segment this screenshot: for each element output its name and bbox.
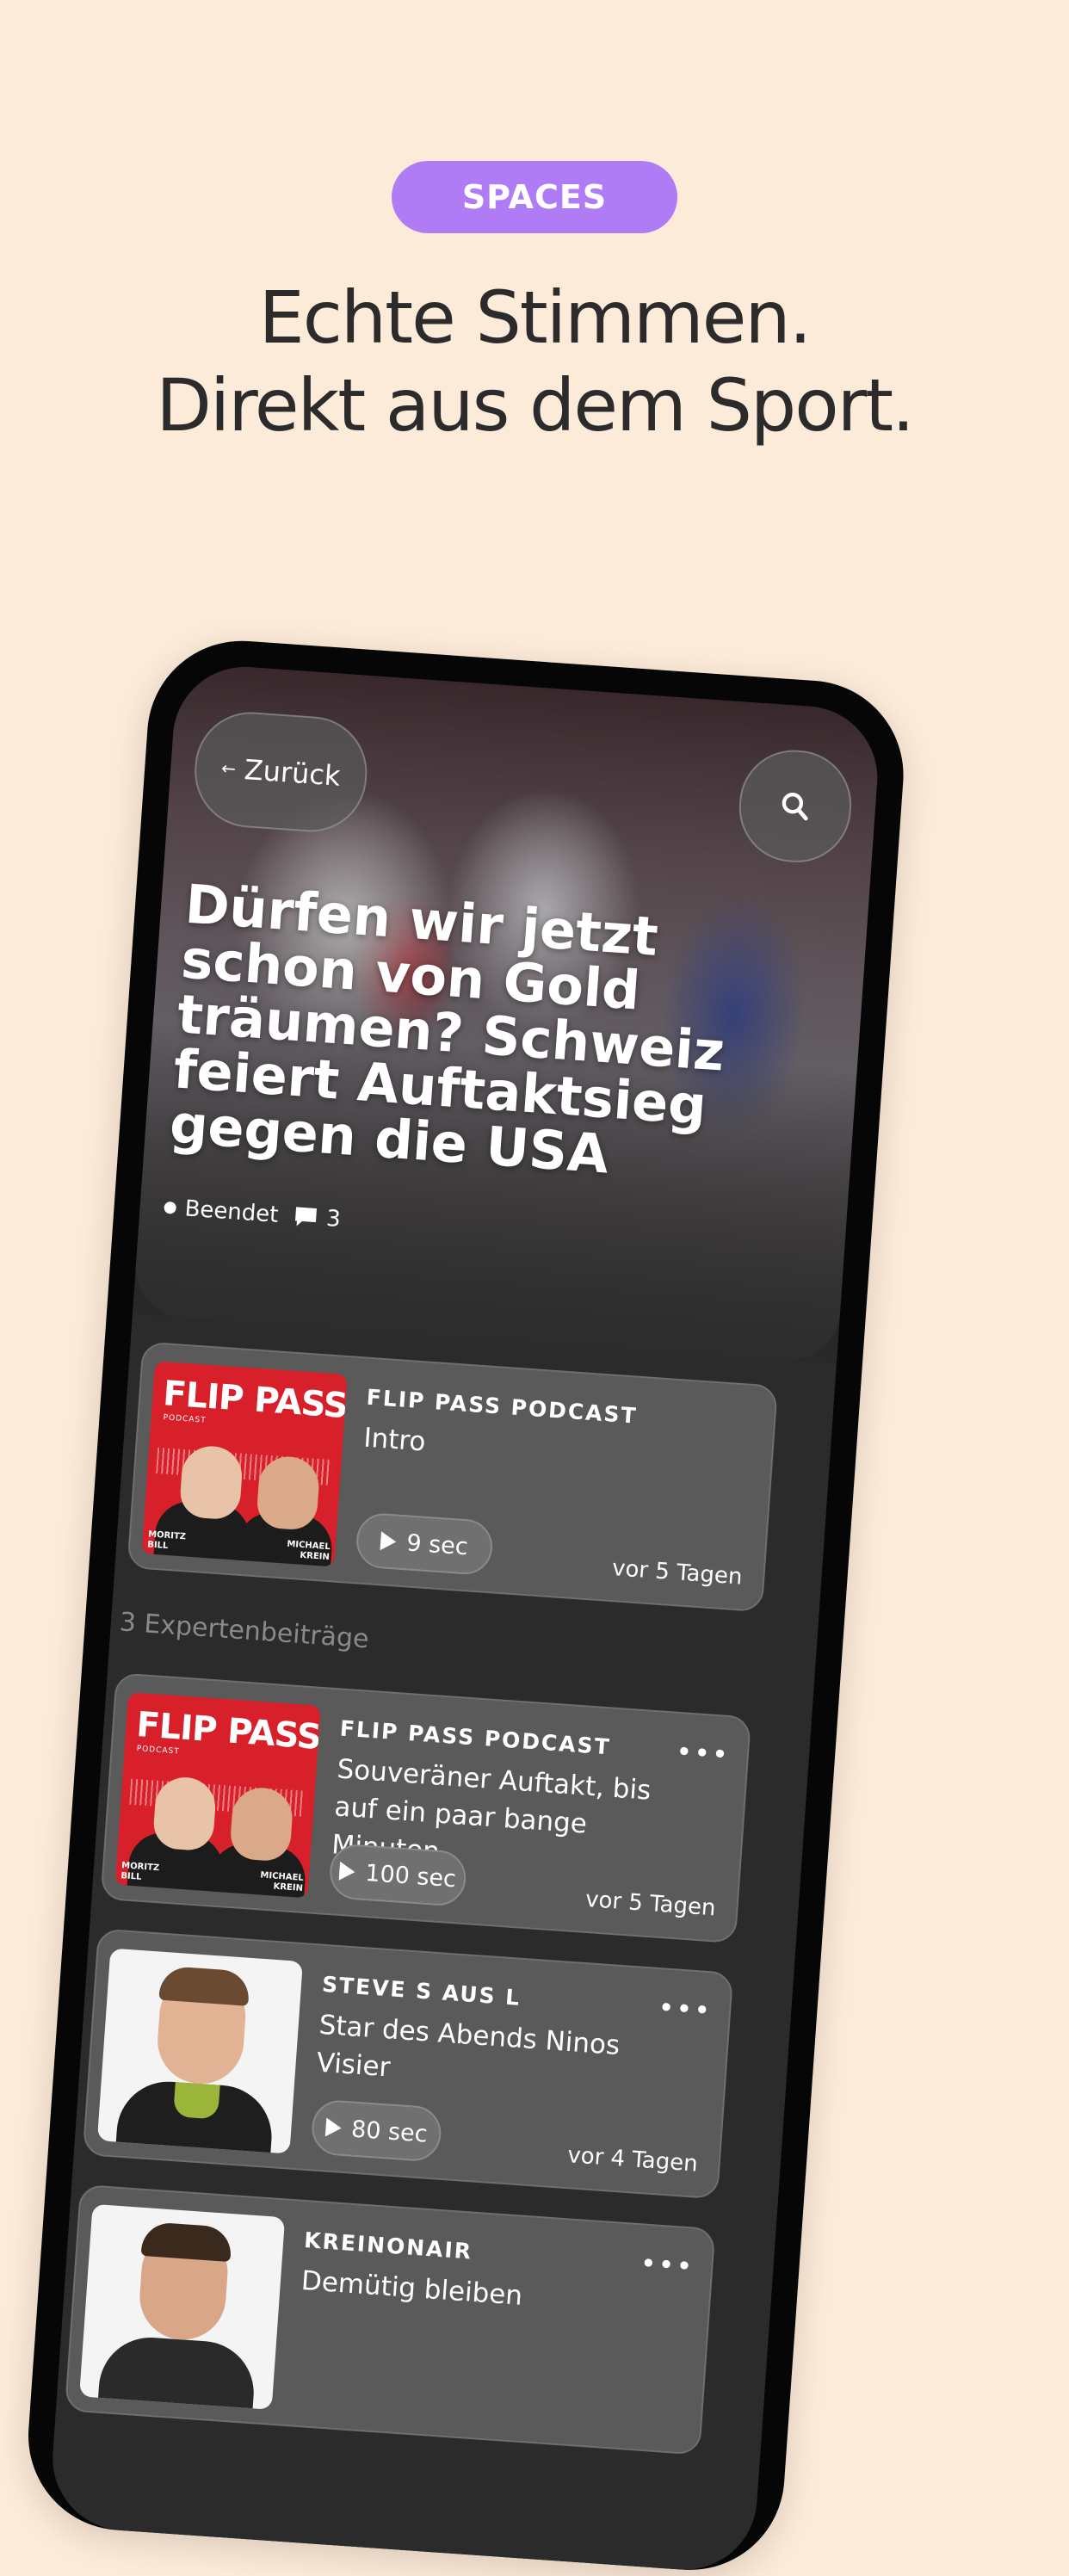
hero-image: ← Zurück Dürfen wir jetzt schon von Gold… [132,662,882,1364]
play-icon [338,1861,356,1882]
more-icon[interactable]: ••• [675,1735,731,1771]
section-label: 3 Expertenbeiträge [118,1607,370,1655]
intro-card[interactable]: FLIP PASS PODCAST MORITZ BILL MICHAEL KR… [127,1341,778,1613]
search-icon [782,793,808,821]
comment-icon [294,1207,318,1226]
duration-label: 80 sec [350,2116,429,2148]
arrow-left-icon: ← [220,757,237,780]
expert-post-card[interactable]: FLIP PASS PODCAST MORITZ BILL MICHAEL KR… [100,1672,752,1944]
headline-line-2: Direkt aus dem Sport. [156,363,915,448]
comments-button[interactable]: 3 [293,1203,342,1232]
expert-post-card[interactable]: STEVE S AUS L ••• Star des Abends Ninos … [82,1928,734,2200]
headline: Echte Stimmen. Direkt aus dem Sport. [0,274,1069,449]
duration-label: 9 sec [405,1529,469,1560]
play-button[interactable]: 100 sec [328,1843,468,1908]
more-icon[interactable]: ••• [640,2246,695,2283]
headline-line-1: Echte Stimmen. [258,275,813,360]
card-source: STEVE S AUS L [321,1971,522,2011]
status-dot-icon [164,1201,177,1214]
flip-pass-cover-image: FLIP PASS PODCAST MORITZ BILL MICHAEL KR… [141,1361,348,1567]
card-title: Star des Abends Ninos Visier [315,2009,621,2084]
card-title: Intro [362,1422,427,1458]
timestamp: vor 4 Tagen [566,2142,699,2178]
more-icon[interactable]: ••• [657,1991,713,2027]
comment-count: 3 [325,1205,342,1233]
spaces-badge: SPACES [392,161,677,233]
play-button[interactable]: 80 sec [310,2098,443,2163]
app-screen: ← Zurück Dürfen wir jetzt schon von Gold… [47,662,882,2575]
card-title: Demütig bleiben [300,2264,524,2312]
timestamp: vor 5 Tagen [611,1555,744,1591]
expert-post-card[interactable]: KREINONAIR ••• Demütig bleiben [64,2184,716,2456]
play-icon [324,2117,343,2138]
duration-label: 100 sec [364,1859,457,1893]
author-avatar [96,1948,303,2154]
back-button[interactable]: ← Zurück [190,708,371,836]
back-label: Zurück [243,753,342,793]
flip-pass-cover-image: FLIP PASS PODCAST MORITZ BILL MICHAEL KR… [114,1692,321,1899]
space-title: Dürfen wir jetzt schon von Gold träumen?… [167,872,727,1186]
timestamp: vor 5 Tagen [584,1886,717,1922]
card-source: KREINONAIR [303,2227,473,2264]
author-avatar [79,2203,286,2410]
phone-mockup: ← Zurück Dürfen wir jetzt schon von Gold… [22,634,910,2576]
play-icon [380,1531,398,1552]
play-button[interactable]: 9 sec [355,1511,495,1577]
